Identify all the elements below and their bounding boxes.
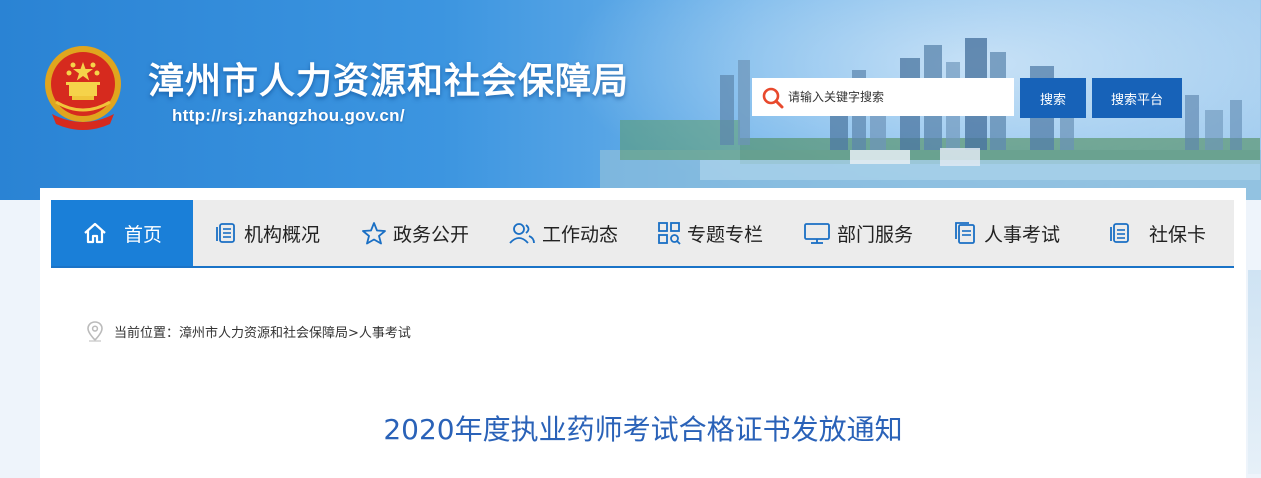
home-icon <box>84 222 106 244</box>
nav-item-personnel-exam[interactable]: 人事考试 <box>933 200 1079 266</box>
location-pin-icon <box>87 321 103 342</box>
nav-label-organization: 机构概况 <box>243 223 320 246</box>
nav-label-home: 首页 <box>123 223 162 246</box>
card-list-icon <box>1110 223 1129 243</box>
document-icon <box>216 223 235 243</box>
search-button[interactable]: 搜索 <box>1020 78 1086 118</box>
national-emblem-icon <box>45 46 121 130</box>
people-icon <box>509 223 535 244</box>
search-input[interactable] <box>788 78 1008 116</box>
nav-item-government-affairs[interactable]: 政务公开 <box>341 200 489 266</box>
nav-label-government-affairs: 政务公开 <box>392 223 469 246</box>
nav-label-special-topics: 专题专栏 <box>686 223 763 246</box>
nav-item-organization[interactable]: 机构概况 <box>193 200 341 266</box>
search-platform-button[interactable]: 搜索平台 <box>1092 78 1182 118</box>
nav-item-special-topics[interactable]: 专题专栏 <box>637 200 783 266</box>
nav-label-work-news: 工作动态 <box>541 223 618 246</box>
nav-item-department-services[interactable]: 部门服务 <box>783 200 933 266</box>
side-decoration <box>1248 270 1261 474</box>
search-box[interactable] <box>752 78 1014 116</box>
breadcrumb-text[interactable]: 当前位置：漳州市人力资源和社会保障局>人事考试 <box>114 322 411 341</box>
nav-label-department-services: 部门服务 <box>836 223 913 246</box>
main-nav: 首页 机构概况 政务公开 工作动态 专题专栏 部门服务 人事考试 社保卡 <box>51 200 1234 268</box>
breadcrumb: 当前位置：漳州市人力资源和社会保障局>人事考试 <box>86 320 411 342</box>
nav-item-social-security-card[interactable]: 社保卡 <box>1079 200 1234 266</box>
file-stack-icon <box>955 222 975 244</box>
search-icon <box>762 87 784 109</box>
monitor-icon <box>804 223 830 244</box>
header-banner: 漳州市人力资源和社会保障局 http://rsj.zhangzhou.gov.c… <box>0 0 1261 200</box>
site-url: http://rsj.zhangzhou.gov.cn/ <box>172 106 405 125</box>
nav-item-work-news[interactable]: 工作动态 <box>489 200 637 266</box>
site-title: 漳州市人力资源和社会保障局 <box>148 61 630 102</box>
grid-search-icon <box>658 222 681 245</box>
star-icon <box>362 222 386 245</box>
nav-label-social-security-card: 社保卡 <box>1148 223 1206 246</box>
article-title: 2020年度执业药师考试合格证书发放通知 <box>383 413 903 446</box>
nav-label-personnel-exam: 人事考试 <box>983 223 1060 246</box>
nav-item-home[interactable]: 首页 <box>51 200 193 266</box>
